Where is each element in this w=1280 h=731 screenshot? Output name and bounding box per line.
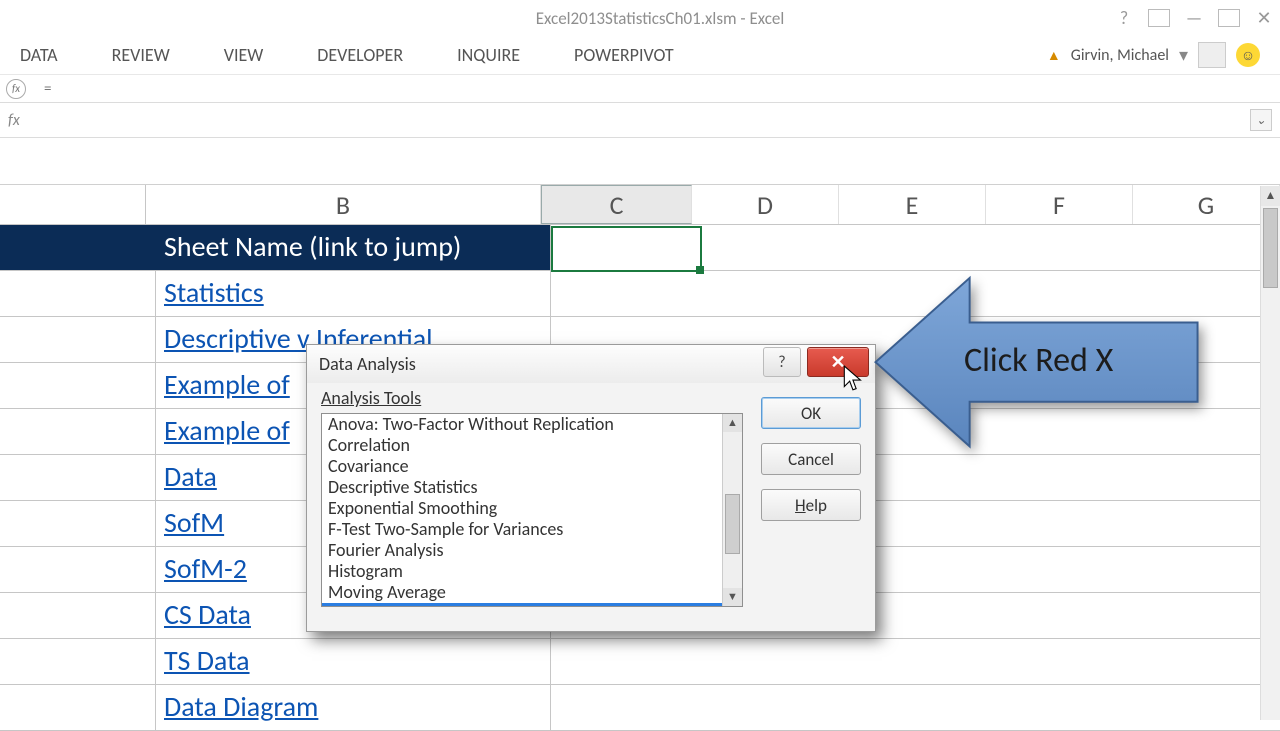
formula-bar[interactable]: fx ⌄ — [0, 102, 1280, 138]
ribbon: DATA REVIEW VIEW DEVELOPER INQUIRE POWER… — [0, 36, 1280, 74]
minimize-icon[interactable]: — — [1184, 7, 1204, 29]
link-sofm-2[interactable]: SofM-2 — [164, 551, 247, 586]
list-item[interactable]: Moving Average — [322, 582, 722, 603]
list-item[interactable]: Covariance — [322, 456, 722, 477]
list-item[interactable]: Histogram — [322, 561, 722, 582]
help-button[interactable]: Help — [761, 489, 861, 521]
dialog-help-icon[interactable]: ? — [763, 347, 801, 377]
link-example-1[interactable]: Example of — [164, 367, 290, 402]
title-bar: Excel2013StatisticsCh01.xlsm - Excel ? —… — [0, 0, 1280, 36]
scroll-up-icon[interactable]: ▲ — [1261, 186, 1280, 206]
tab-inquire[interactable]: INQUIRE — [457, 44, 520, 66]
col-header-g[interactable]: G — [1133, 185, 1280, 224]
active-cell-c2[interactable] — [551, 226, 702, 272]
list-item[interactable]: Correlation — [322, 435, 722, 456]
dialog-close-button[interactable]: ✕ — [807, 347, 869, 377]
ok-button[interactable]: OK — [761, 397, 861, 429]
close-icon[interactable]: ✕ — [1254, 7, 1274, 29]
column-headers: B C D E F G — [0, 185, 1280, 225]
dialog-title: Data Analysis — [319, 353, 416, 375]
analysis-tools-listbox[interactable]: Anova: Two-Factor Without ReplicationCor… — [321, 413, 743, 607]
scroll-thumb[interactable] — [1263, 208, 1278, 288]
table-row: Data Diagram — [0, 685, 1280, 731]
link-sofm[interactable]: SofM — [164, 505, 224, 540]
window-controls: ? — ✕ — [1114, 7, 1274, 29]
list-item[interactable]: Descriptive Statistics — [322, 477, 722, 498]
feedback-smiley-icon[interactable]: ☺ — [1236, 43, 1260, 67]
user-dropdown-icon[interactable]: ▾ — [1179, 44, 1188, 66]
name-box-equals: = — [44, 80, 51, 98]
fill-handle[interactable] — [696, 266, 704, 274]
avatar[interactable] — [1198, 42, 1226, 68]
fx-small-icon[interactable]: fx — [6, 79, 26, 99]
link-statistics[interactable]: Statistics — [164, 275, 264, 310]
data-analysis-dialog: Data Analysis ? ✕ Analysis Tools Anova: … — [306, 344, 876, 632]
list-item[interactable]: Exponential Smoothing — [322, 498, 722, 519]
dialog-title-bar[interactable]: Data Analysis ? ✕ — [307, 345, 875, 383]
warning-icon: ▲ — [1047, 47, 1061, 64]
name-box-row: fx = — [0, 74, 1280, 102]
help-icon[interactable]: ? — [1114, 7, 1134, 29]
cancel-button[interactable]: Cancel — [761, 443, 861, 475]
analysis-tools-label: Analysis Tools — [321, 387, 421, 409]
window-title: Excel2013StatisticsCh01.xlsm - Excel — [206, 8, 1114, 29]
tab-review[interactable]: REVIEW — [112, 44, 170, 66]
ribbon-display-options-icon[interactable] — [1148, 9, 1170, 27]
col-header-f[interactable]: F — [986, 185, 1133, 224]
tab-view[interactable]: VIEW — [224, 44, 264, 66]
formula-bar-expand-icon[interactable]: ⌄ — [1250, 109, 1272, 131]
maximize-icon[interactable] — [1218, 9, 1240, 27]
col-header-e[interactable]: E — [839, 185, 986, 224]
list-item[interactable]: Anova: Two-Factor Without Replication — [322, 414, 722, 435]
col-header-b[interactable]: B — [146, 185, 541, 224]
tab-developer[interactable]: DEVELOPER — [317, 44, 403, 66]
list-item[interactable]: Random Number Generation — [322, 603, 722, 606]
list-item[interactable]: F-Test Two-Sample for Variances — [322, 519, 722, 540]
link-ts-data[interactable]: TS Data — [164, 643, 250, 678]
table-row: Statistics — [0, 271, 1280, 317]
listbox-scrollbar[interactable]: ▲ ▼ — [722, 414, 742, 606]
fx-icon[interactable]: fx — [8, 111, 32, 130]
list-item[interactable]: Fourier Analysis — [322, 540, 722, 561]
header-cell[interactable]: Sheet Name (link to jump) — [156, 225, 551, 270]
link-data[interactable]: Data — [164, 459, 217, 494]
vertical-scrollbar[interactable]: ▲ — [1260, 186, 1280, 720]
link-example-2[interactable]: Example of — [164, 413, 290, 448]
link-cs-data[interactable]: CS Data — [164, 597, 251, 632]
listbox-scroll-down-icon[interactable]: ▼ — [723, 588, 742, 606]
col-header-c[interactable]: C — [541, 185, 692, 224]
table-row: TS Data — [0, 639, 1280, 685]
listbox-scroll-up-icon[interactable]: ▲ — [723, 414, 742, 432]
listbox-scroll-thumb[interactable] — [725, 494, 740, 554]
tab-data[interactable]: DATA — [20, 44, 58, 66]
user-name[interactable]: Girvin, Michael — [1071, 46, 1169, 65]
link-data-diagram[interactable]: Data Diagram — [164, 689, 318, 724]
tab-powerpivot[interactable]: POWERPIVOT — [574, 44, 674, 66]
col-header-d[interactable]: D — [692, 185, 839, 224]
